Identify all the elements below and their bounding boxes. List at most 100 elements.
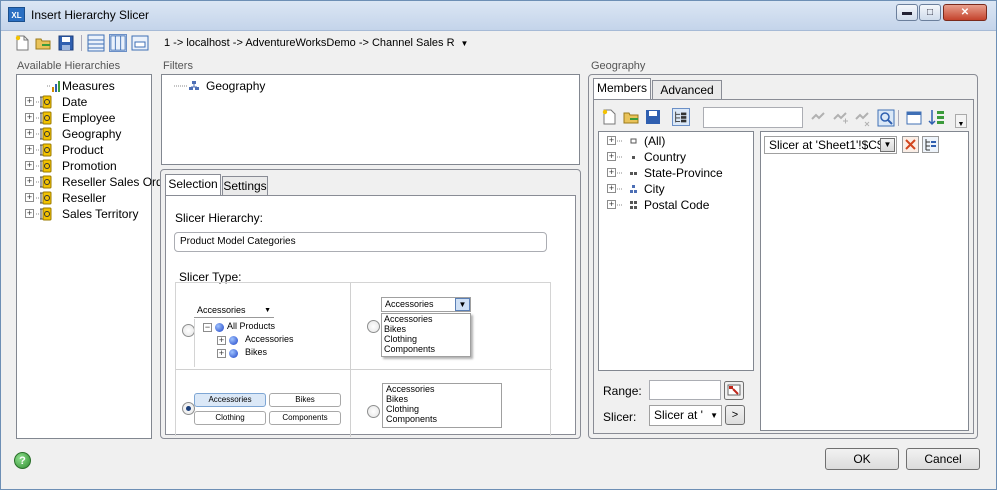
slicer-go-button[interactable]: > [725, 405, 745, 425]
slicer-dropdown[interactable]: Slicer at ' ▼ [649, 405, 722, 426]
save-icon[interactable] [57, 34, 75, 52]
buttons-preview-item: Bikes [269, 393, 341, 407]
maximize-button[interactable]: □ [919, 4, 941, 21]
app-icon: XL [8, 7, 25, 22]
combo-preview-option: Accessories [384, 314, 433, 324]
expand-icon[interactable]: + [25, 97, 34, 106]
layout-columns-icon[interactable] [109, 34, 127, 52]
available-hierarchies-tree: Measures + Date + Employee + Geography + Product… [16, 74, 163, 439]
toolbar-overflow-button[interactable]: ▼ [955, 114, 967, 128]
layout-rows-icon[interactable] [87, 34, 105, 52]
search-icon[interactable] [877, 109, 895, 127]
ok-button[interactable]: OK [825, 448, 899, 470]
hierarchy-item-label: Product [62, 143, 104, 157]
hierarchy-item-label: Geography [62, 127, 122, 141]
dimension-icon [36, 111, 52, 125]
slicer-type-combo-radio[interactable] [367, 320, 380, 333]
hierarchy-item-label: Measures [62, 79, 115, 93]
member-search-input[interactable] [703, 107, 803, 128]
filters-panel[interactable]: Geography [161, 74, 580, 165]
geography-panel: Members Advanced ▼ + (All) + Country + State-… [588, 74, 978, 439]
combo-preview-dropdown: Accessories ▼ [381, 297, 471, 312]
tree-view-icon[interactable] [672, 108, 690, 126]
hierarchy-level-label: (All) [644, 134, 666, 148]
help-icon[interactable]: ? [14, 452, 31, 469]
tab-members[interactable]: Members [593, 78, 651, 100]
new-icon[interactable] [13, 34, 31, 52]
expand-icon[interactable]: + [607, 200, 616, 209]
filter-item-label: Geography [206, 79, 266, 93]
title-bar: XL Insert Hierarchy Slicer ▬ □ ✕ [1, 1, 996, 31]
expand-icon[interactable]: + [25, 209, 34, 218]
expand-icon[interactable]: + [25, 129, 34, 138]
open-icon[interactable] [34, 34, 52, 52]
sort-icon[interactable] [928, 108, 946, 126]
members-tab-content: ▼ + (All) + Country + State-Province + City + Pos… [593, 99, 974, 434]
dimension-icon [36, 127, 52, 141]
hierarchy-item-label: Sales Territory [62, 207, 139, 221]
edit-slicer-icon[interactable] [922, 136, 939, 153]
level-postal-icon [617, 201, 637, 209]
chevron-down-icon[interactable]: ▼ [461, 39, 469, 48]
expand-icon[interactable]: + [25, 161, 34, 170]
toolbar: 1 -> localhost -> AdventureWorksDemo -> … [9, 32, 989, 54]
expand-icon[interactable]: + [25, 193, 34, 202]
member-icon [229, 349, 238, 358]
tree-preview-root: All Products [227, 321, 276, 331]
slicer-type-grid: Accessories ▼ − All Products + Accessorie… [175, 282, 552, 437]
expand-icon[interactable]: + [25, 145, 34, 154]
slicer-label: Slicer: [603, 410, 637, 424]
hierarchy-item-label: Reseller Sales Ord [62, 175, 163, 189]
geography-caption: Geography [591, 60, 646, 72]
range-input[interactable] [649, 380, 721, 400]
buttons-preview-item: Clothing [194, 411, 266, 425]
slicer-hierarchy-field[interactable]: Product Model Categories [174, 232, 547, 252]
filters-caption: Filters [163, 60, 193, 72]
list-preview-item: Bikes [386, 394, 409, 404]
expand-icon[interactable]: + [607, 136, 616, 145]
cancel-button[interactable]: Cancel [906, 448, 980, 470]
tab-settings[interactable]: Settings [222, 176, 268, 196]
connection-breadcrumb[interactable]: 1 -> localhost -> AdventureWorksDemo -> … [164, 37, 468, 49]
tree-preview: − All Products + Accessories + Bikes [194, 319, 344, 367]
configuration-panel: Selection Settings Slicer Hierarchy: Pro… [160, 169, 581, 439]
hierarchy-item-label: Reseller [62, 191, 107, 205]
properties-icon[interactable] [905, 109, 923, 127]
chevron-down-icon[interactable]: ▼ [880, 138, 895, 152]
combo-preview-option: Bikes [384, 324, 407, 334]
chevron-down-icon[interactable]: ▼ [710, 406, 718, 425]
open-slicer-icon[interactable] [622, 108, 640, 126]
slicer-list-panel: Slicer at 'Sheet1'!$C$3 ▼ [760, 131, 969, 431]
save-slicer-icon[interactable] [644, 108, 662, 126]
slicer-selector[interactable]: Slicer at 'Sheet1'!$C$3 ▼ [764, 136, 897, 154]
tree-preview-child: Bikes [245, 347, 268, 357]
minimize-button[interactable]: ▬ [896, 4, 918, 21]
expand-icon[interactable]: + [607, 184, 616, 193]
level-country-icon [617, 156, 635, 159]
level-city-icon [617, 185, 637, 193]
available-hierarchies-caption: Available Hierarchies [17, 60, 121, 72]
close-button[interactable]: ✕ [943, 4, 987, 21]
tab-selection[interactable]: Selection [165, 174, 221, 196]
hierarchy-levels-tree: + (All) + Country + State-Province + City + Posta… [598, 131, 754, 371]
expand-icon[interactable]: + [607, 168, 616, 177]
new-slicer-icon[interactable] [600, 108, 618, 126]
member-icon [215, 323, 224, 332]
range-select-icon[interactable] [724, 381, 744, 400]
link-icon[interactable] [809, 109, 827, 127]
window-title: Insert Hierarchy Slicer [31, 8, 150, 22]
expand-icon[interactable]: + [607, 152, 616, 161]
layout-form-icon[interactable] [131, 34, 149, 52]
list-preview-item: Components [386, 414, 438, 424]
link-add-icon[interactable] [831, 109, 849, 127]
hierarchy-level-label: Postal Code [644, 198, 710, 212]
link-remove-icon[interactable] [853, 109, 871, 127]
expand-icon[interactable]: + [25, 177, 34, 186]
hierarchy-level-label: Country [644, 150, 687, 164]
expand-icon[interactable]: + [25, 113, 34, 122]
selection-tab-content: Slicer Hierarchy: Product Model Categori… [165, 195, 576, 437]
slicer-type-list-radio[interactable] [367, 405, 380, 418]
tab-advanced[interactable]: Advanced [652, 80, 722, 100]
hierarchy-item-label: Promotion [62, 159, 117, 173]
delete-icon[interactable] [902, 136, 919, 153]
